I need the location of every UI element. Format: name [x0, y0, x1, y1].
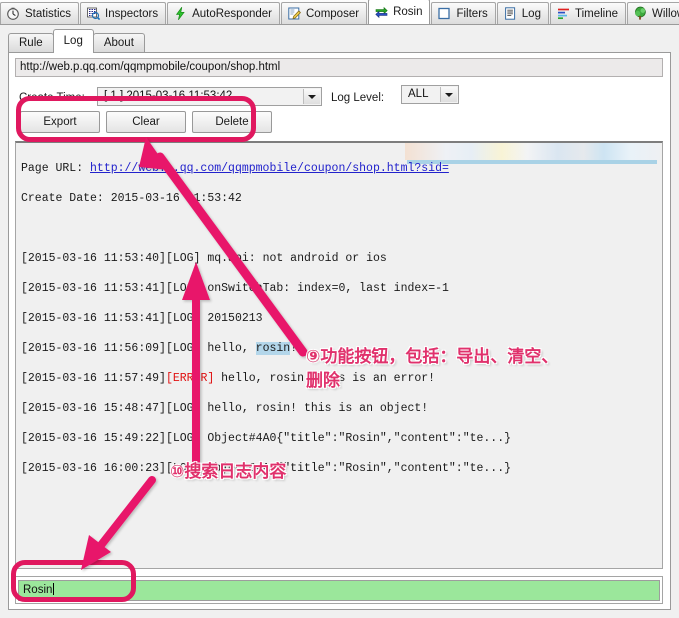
create-time-select[interactable]: [ 1 ] 2015-03-16 11:53:42: [97, 87, 322, 106]
entry-time: [2015-03-16 15:48:47]: [21, 402, 166, 415]
tab-timeline[interactable]: Timeline: [549, 2, 626, 24]
tab-composer[interactable]: Composer: [281, 2, 368, 24]
entry-message: hello, rosin! this is an object!: [200, 402, 429, 415]
log-level-value: ALL: [408, 88, 429, 100]
tab-statistics[interactable]: Statistics: [0, 2, 80, 24]
text-caret: [53, 583, 55, 595]
chevron-down-icon[interactable]: [303, 89, 320, 104]
tab-filters[interactable]: Filters: [431, 2, 496, 24]
entry-time: [2015-03-16 15:49:22]: [21, 432, 166, 445]
log-entry: [2015-03-16 11:53:40][LOG] mq.api: not a…: [21, 251, 511, 266]
tab-inspectors[interactable]: Inspectors: [80, 2, 167, 24]
log-entry: [2015-03-16 15:49:22][LOG] Object#4A0{"t…: [21, 431, 511, 446]
entry-message: hello,: [200, 342, 256, 355]
clear-button[interactable]: Clear: [106, 111, 186, 133]
tab-label: Inspectors: [105, 7, 159, 20]
tab-rosin[interactable]: Rosin: [368, 0, 431, 24]
entry-message: Object#4A0{"title":"Rosin","content":"te…: [200, 432, 512, 445]
entry-time: [2015-03-16 11:53:41]: [21, 312, 166, 325]
log-entry: [2015-03-16 15:48:47][LOG] hello, rosin!…: [21, 401, 511, 416]
magnifier-grid-icon: [86, 6, 101, 21]
tab-log[interactable]: Log: [496, 2, 549, 24]
tab-willow[interactable]: Willow: [627, 2, 679, 24]
log-header-date: Create Date: 2015-03-16 11:53:42: [21, 192, 242, 205]
search-bar-container: Rosin: [15, 576, 663, 604]
main-tab-strip: Statistics Inspectors AutoResponder Comp…: [0, 0, 679, 25]
search-input-value: Rosin: [23, 584, 53, 596]
entry-time: [2015-03-16 16:00:23]: [21, 462, 166, 475]
log-text: Page URL: http://web.p.qq.com/qqmpmobile…: [21, 146, 511, 506]
tab-label: Log: [521, 7, 541, 20]
tab-label: Statistics: [25, 7, 72, 20]
clock-icon: [6, 6, 21, 21]
log-header-url: Page URL: http://web.p.qq.com/qqmpmobile…: [21, 161, 511, 176]
export-button[interactable]: Export: [20, 111, 100, 133]
entry-level: [LOG]: [165, 282, 201, 295]
tab-label: AutoResponder: [192, 7, 272, 20]
tab-label: Composer: [306, 7, 360, 20]
log-level-label: Log Level:: [331, 92, 385, 104]
tab-label: Willow: [652, 7, 679, 20]
tab-label: Timeline: [574, 7, 618, 20]
pencil-notepad-icon: [287, 6, 302, 21]
search-input[interactable]: Rosin: [18, 580, 660, 601]
filter-row: Create Time: [ 1 ] 2015-03-16 11:53:42 L…: [9, 83, 672, 113]
application-window: Statistics Inspectors AutoResponder Comp…: [0, 0, 679, 618]
log-entry: [2015-03-16 11:53:41][LOG] onSwitchTab: …: [21, 281, 511, 296]
chevron-down-icon[interactable]: [440, 87, 457, 102]
log-panel: http://web.p.qq.com/qqmpmobile/coupon/sh…: [8, 52, 671, 610]
page-url-link[interactable]: http://web.p.qq.com/qqmpmobile/coupon/sh…: [90, 162, 449, 175]
entry-level: [LOG]: [165, 312, 201, 325]
exchange-arrows-icon: [374, 5, 389, 20]
entry-level: [ERROR]: [165, 372, 215, 385]
page-url-label: Page URL:: [21, 162, 91, 175]
entry-time: [2015-03-16 11:53:40]: [21, 252, 166, 265]
log-entry: [2015-03-16 11:53:41][LOG] 20150213: [21, 311, 511, 326]
entry-message: ObjectC4A1{"title":"Rosin","content":"te…: [200, 462, 512, 475]
log-entry: [2015-03-16 11:56:09][LOG] hello, rosin!: [21, 341, 511, 356]
timeline-bars-icon: [556, 6, 571, 21]
entry-search-match: rosin: [255, 342, 291, 355]
entry-level: [LOG]: [165, 402, 201, 415]
log-blank-line: [21, 221, 511, 236]
log-output-area[interactable]: Page URL: http://web.p.qq.com/qqmpmobile…: [15, 141, 663, 569]
log-entry: [2015-03-16 11:57:49][ERROR] hello, rosi…: [21, 371, 511, 386]
sub-tab-strip: Rule Log About: [0, 25, 679, 53]
tab-label: Rosin: [393, 6, 423, 18]
lightning-bolt-icon: [173, 6, 188, 21]
delete-button[interactable]: Delete: [192, 111, 272, 133]
subtab-log[interactable]: Log: [52, 29, 94, 53]
tab-label: Filters: [456, 7, 488, 20]
entry-message: mq.api: not android or ios: [200, 252, 387, 265]
entry-time: [2015-03-16 11:53:41]: [21, 282, 166, 295]
log-level-select[interactable]: ALL: [401, 85, 459, 104]
entry-time: [2015-03-16 11:57:49]: [21, 372, 166, 385]
button-row: Export Clear Delete: [9, 111, 672, 139]
entry-time: [2015-03-16 11:56:09]: [21, 342, 166, 355]
tree-icon: [633, 6, 648, 21]
empty-square-icon: [437, 6, 452, 21]
entry-message-tail: !: [290, 342, 298, 355]
subtab-about[interactable]: About: [92, 33, 145, 53]
document-lines-icon: [503, 6, 518, 21]
entry-level: [LOG]: [165, 342, 201, 355]
entry-message: onSwitchTab: index=0, last index=-1: [200, 282, 449, 295]
entry-level: [LOG]: [165, 252, 201, 265]
create-time-value: [ 1 ] 2015-03-16 11:53:42: [104, 90, 233, 102]
url-display[interactable]: http://web.p.qq.com/qqmpmobile/coupon/sh…: [15, 58, 663, 77]
tab-autoresponder[interactable]: AutoResponder: [167, 2, 280, 24]
entry-message: 20150213: [200, 312, 263, 325]
create-time-label: Create Time:: [19, 92, 85, 104]
log-entry: [2015-03-16 16:00:23][LOG] ObjectC4A1{"t…: [21, 461, 511, 476]
subtab-rule[interactable]: Rule: [8, 33, 54, 53]
entry-level: [LOG]: [165, 462, 201, 475]
entry-message: hello, rosin! this is an error!: [214, 372, 436, 385]
entry-level: [LOG]: [165, 432, 201, 445]
